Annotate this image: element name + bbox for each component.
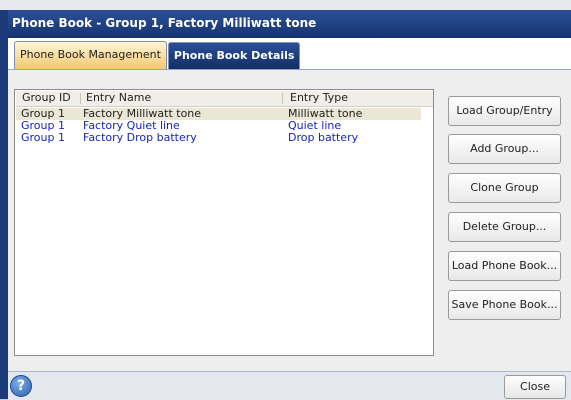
bottom-bar: ? Close xyxy=(8,371,571,400)
main-panel: Phone Book Management Phone Book Details… xyxy=(8,38,571,372)
save-phone-book-button[interactable]: Save Phone Book... xyxy=(448,290,561,320)
cell-group-id: Group 1 xyxy=(21,131,65,144)
column-header-group-id[interactable]: Group ID xyxy=(22,91,71,106)
column-header-entry-name[interactable]: Entry Name xyxy=(86,91,151,106)
load-group-entry-button[interactable]: Load Group/Entry xyxy=(448,96,561,126)
table-row[interactable]: Group 1 Factory Quiet line Quiet line xyxy=(16,120,421,132)
table-row[interactable]: Group 1 Factory Milliwatt tone Milliwatt… xyxy=(16,108,421,120)
tab-phone-book-details[interactable]: Phone Book Details xyxy=(167,42,301,69)
column-header-entry-type[interactable]: Entry Type xyxy=(290,91,348,106)
phone-book-dialog: Phone Book - Group 1, Factory Milliwatt … xyxy=(0,10,571,400)
entries-list[interactable]: Group ID Entry Name Entry Type Group 1 F… xyxy=(14,89,434,356)
tab-bar: Phone Book Management Phone Book Details xyxy=(14,41,301,70)
tab-phone-book-management[interactable]: Phone Book Management xyxy=(14,41,167,69)
list-header: Group ID Entry Name Entry Type xyxy=(16,91,433,107)
window-title: Phone Book - Group 1, Factory Milliwatt … xyxy=(8,10,571,38)
table-row[interactable]: Group 1 Factory Drop battery Drop batter… xyxy=(16,132,421,144)
add-group-button[interactable]: Add Group... xyxy=(448,134,561,164)
load-phone-book-button[interactable]: Load Phone Book... xyxy=(448,251,561,281)
column-divider xyxy=(282,93,283,104)
column-divider xyxy=(80,93,81,104)
help-icon[interactable]: ? xyxy=(10,375,32,397)
delete-group-button[interactable]: Delete Group... xyxy=(448,212,561,242)
cell-entry-name: Factory Drop battery xyxy=(83,131,197,144)
background-strip xyxy=(0,0,571,10)
clone-group-button[interactable]: Clone Group xyxy=(448,173,561,203)
cell-entry-type: Drop battery xyxy=(288,131,359,144)
tab-content: Group ID Entry Name Entry Type Group 1 F… xyxy=(8,69,571,372)
close-button[interactable]: Close xyxy=(504,375,566,399)
